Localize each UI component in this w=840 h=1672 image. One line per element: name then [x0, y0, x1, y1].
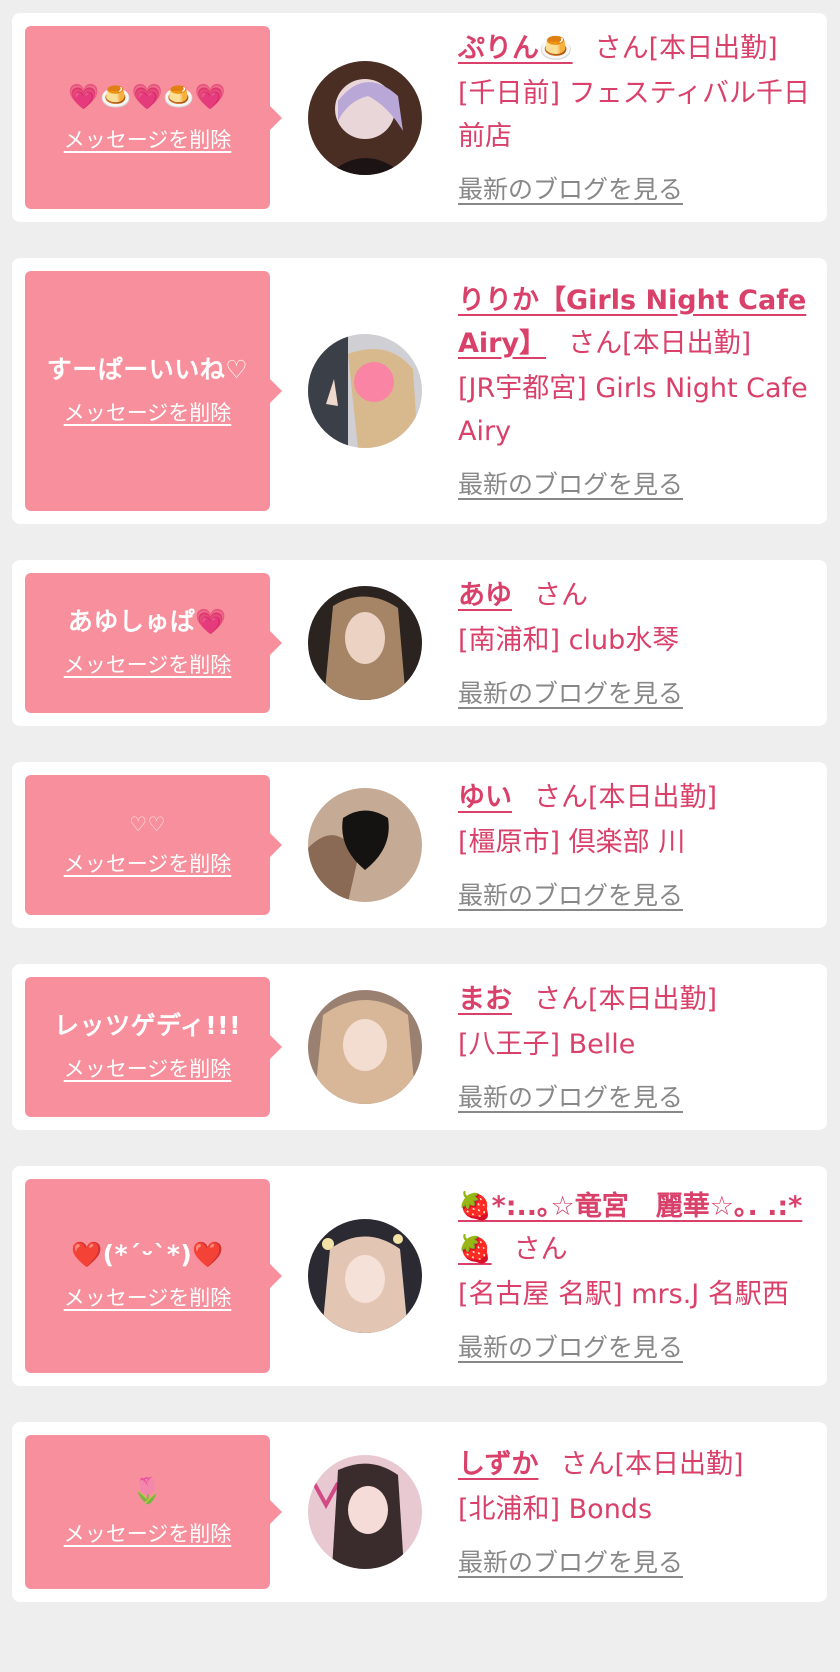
shop-info: [名古屋 名駅] mrs.J 名駅西 [458, 1279, 789, 1310]
avatar-photo [308, 788, 422, 902]
cast-name-link[interactable]: まお [458, 984, 512, 1015]
latest-blog-link[interactable]: 最新のブログを見る [458, 168, 683, 211]
latest-blog-link[interactable]: 最新のブログを見る [458, 1541, 683, 1584]
cast-name-link[interactable]: ぷりん🍮 [458, 33, 573, 64]
message-card: ♡♡ メッセージを削除 ゆい さん[本日出勤] [橿原市] 倶楽部 川 最新のブロ… [12, 762, 827, 928]
honorific-status: さん [513, 1234, 568, 1265]
delete-message-link[interactable]: メッセージを削除 [64, 1282, 232, 1312]
cast-info: まお さん[本日出勤] [八王子] Belle 最新のブログを見る [458, 958, 818, 1137]
message-card: レッツゲディ!!! メッセージを削除 まお さん[本日出勤] [八王子] Bell… [12, 964, 827, 1130]
honorific-status: さん[本日出勤] [534, 983, 718, 1015]
latest-blog-link[interactable]: 最新のブログを見る [458, 463, 683, 506]
cast-name-link[interactable]: しずか [458, 1449, 538, 1480]
shop-info: [橿原市] 倶楽部 川 [458, 826, 686, 858]
cast-info: あゆ さん [南浦和] club水琴 最新のブログを見る [458, 554, 818, 733]
latest-blog-link[interactable]: 最新のブログを見る [458, 1076, 683, 1119]
message-card: すーぱーいいね♡ メッセージを削除 りりか【Girls Night Cafe A… [12, 258, 827, 524]
message-list: 💗🍮💗🍮💗 メッセージを削除 ぷりん🍮 さん[本日出勤] [千日前] フェスティバ… [0, 0, 840, 1602]
cast-info: しずか さん[本日出勤] [北浦和] Bonds 最新のブログを見る [458, 1423, 818, 1602]
message-bubble: 💗🍮💗🍮💗 メッセージを削除 [25, 26, 282, 209]
message-text: レッツゲディ!!! [54, 1011, 241, 1040]
cast-name-link[interactable]: 🍓*:..｡☆竜宮 麗華☆｡. .:*🍓 [458, 1191, 802, 1265]
latest-blog-link[interactable]: 最新のブログを見る [458, 672, 683, 715]
delete-message-link[interactable]: メッセージを削除 [64, 124, 232, 154]
message-bubble: ♡♡ メッセージを削除 [25, 775, 282, 915]
delete-message-link[interactable]: メッセージを削除 [64, 1518, 232, 1548]
message-bubble: 🌷 メッセージを削除 [25, 1435, 282, 1589]
delete-message-link[interactable]: メッセージを削除 [64, 397, 232, 427]
avatar[interactable] [308, 788, 422, 902]
latest-blog-link[interactable]: 最新のブログを見る [458, 1326, 683, 1369]
shop-info: [千日前] フェスティバル千日前店 [458, 77, 811, 152]
message-bubble: ❤️(*´ᵕ`*)❤️ メッセージを削除 [25, 1179, 282, 1373]
avatar-photo [308, 1219, 422, 1333]
honorific-status: さん[本日出勤] [568, 327, 752, 359]
cast-info: 🍓*:..｡☆竜宮 麗華☆｡. .:*🍓 さん [名古屋 名駅] mrs.J 名駅… [458, 1165, 818, 1387]
avatar[interactable] [308, 990, 422, 1104]
message-bubble: レッツゲディ!!! メッセージを削除 [25, 977, 282, 1117]
message-text: 💗🍮💗🍮💗 [68, 81, 227, 111]
cast-name-link[interactable]: ゆい [458, 782, 512, 813]
avatar-photo [308, 60, 422, 175]
delete-message-link[interactable]: メッセージを削除 [64, 848, 232, 878]
cast-info: ぷりん🍮 さん[本日出勤] [千日前] フェスティバル千日前店 最新のブログを見る [458, 7, 818, 229]
avatar-photo [308, 1455, 422, 1569]
delete-message-link[interactable]: メッセージを削除 [64, 1053, 232, 1083]
cast-info: ゆい さん[本日出勤] [橿原市] 倶楽部 川 最新のブログを見る [458, 756, 818, 935]
message-text: すーぱーいいね♡ [46, 355, 249, 384]
message-text: 🌷 [131, 1476, 164, 1505]
honorific-status: さん[本日出勤] [560, 1448, 744, 1480]
message-text: ❤️(*´ᵕ`*)❤️ [71, 1240, 224, 1269]
message-text: あゆしゅぱ💗 [67, 607, 228, 636]
message-text: ♡♡ [129, 812, 166, 836]
latest-blog-link[interactable]: 最新のブログを見る [458, 874, 683, 917]
shop-info: [JR宇都宮] Girls Night Cafe Airy [458, 372, 808, 447]
message-card: あゆしゅぱ💗 メッセージを削除 あゆ さん [南浦和] club水琴 最新のブログ… [12, 560, 827, 726]
shop-info: [南浦和] club水琴 [458, 624, 680, 656]
honorific-status: さん[本日出勤] [534, 781, 718, 813]
honorific-status: さん [534, 579, 588, 611]
honorific-status: さん[本日出勤] [594, 32, 778, 64]
cast-name-link[interactable]: あゆ [458, 580, 512, 611]
cast-info: りりか【Girls Night Cafe Airy】 さん[本日出勤] [JR宇都… [458, 259, 818, 524]
message-card: 💗🍮💗🍮💗 メッセージを削除 ぷりん🍮 さん[本日出勤] [千日前] フェスティバ… [12, 13, 827, 222]
avatar[interactable] [308, 1455, 422, 1569]
message-bubble: あゆしゅぱ💗 メッセージを削除 [25, 573, 282, 713]
message-card: ❤️(*´ᵕ`*)❤️ メッセージを削除 🍓*:..｡☆竜宮 麗華☆｡. .:*… [12, 1166, 827, 1386]
avatar[interactable] [308, 586, 422, 700]
avatar-photo [308, 334, 422, 448]
avatar-photo [308, 586, 422, 700]
shop-info: [北浦和] Bonds [458, 1493, 653, 1525]
avatar[interactable] [308, 334, 422, 448]
message-card: 🌷 メッセージを削除 しずか さん[本日出勤] [北浦和] Bonds 最新のブロ… [12, 1422, 827, 1602]
avatar[interactable] [308, 1219, 422, 1333]
avatar-photo [308, 990, 422, 1104]
avatar[interactable] [308, 60, 422, 175]
message-bubble: すーぱーいいね♡ メッセージを削除 [25, 271, 282, 511]
shop-info: [八王子] Belle [458, 1028, 636, 1060]
delete-message-link[interactable]: メッセージを削除 [64, 649, 232, 679]
